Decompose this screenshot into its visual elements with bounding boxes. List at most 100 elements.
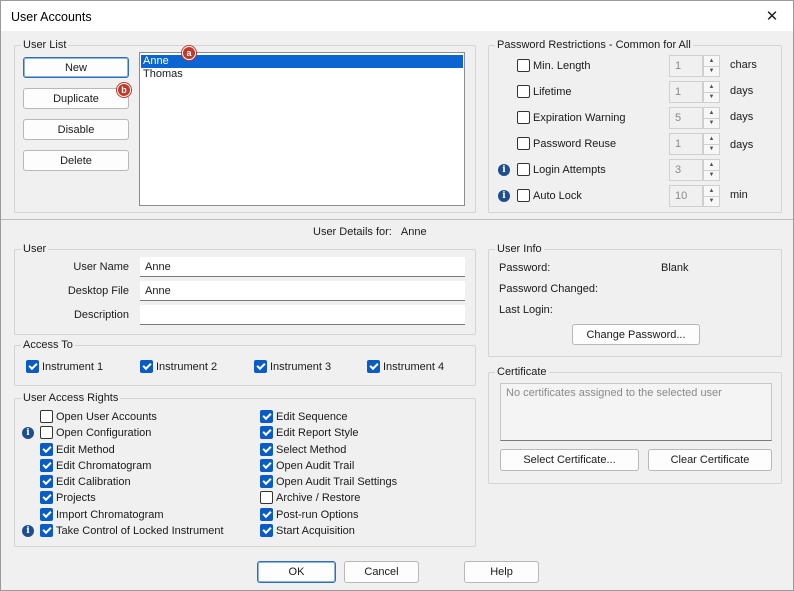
delete-button[interactable]: Delete bbox=[23, 150, 129, 171]
user-name-label: User Name bbox=[73, 261, 129, 273]
help-button[interactable]: Help bbox=[464, 561, 539, 583]
checkbox-box bbox=[140, 360, 153, 373]
spin-up-icon[interactable]: ▲ bbox=[703, 133, 720, 144]
certificate-label: Certificate bbox=[495, 365, 549, 379]
duplicate-button[interactable]: Duplicate bbox=[23, 88, 129, 109]
checkbox-box bbox=[40, 459, 53, 472]
checkbox-box bbox=[260, 426, 273, 439]
min-length-value[interactable]: 1 bbox=[669, 55, 703, 77]
checkbox-box bbox=[40, 491, 53, 504]
auto-lock-value[interactable]: 10 bbox=[669, 185, 703, 207]
user-name-input[interactable]: Anne bbox=[140, 257, 465, 277]
open-user-accounts-checkbox[interactable]: Open User Accounts bbox=[40, 409, 157, 424]
access-to-label: Access To bbox=[21, 338, 75, 352]
right-label: Projects bbox=[56, 491, 96, 504]
expiration-warning-checkbox[interactable]: Expiration Warning bbox=[517, 110, 626, 125]
projects-checkbox[interactable]: Projects bbox=[40, 490, 96, 505]
spin-up-icon[interactable]: ▲ bbox=[703, 107, 720, 118]
select-method-checkbox[interactable]: Select Method bbox=[260, 442, 346, 457]
open-audit-trail-checkbox[interactable]: Open Audit Trail bbox=[260, 458, 354, 473]
spin-down-icon[interactable]: ▼ bbox=[703, 143, 720, 155]
instrument-3-label: Instrument 3 bbox=[270, 360, 332, 373]
disable-button[interactable]: Disable bbox=[23, 119, 129, 140]
spin-down-icon[interactable]: ▼ bbox=[703, 91, 720, 103]
login-attempts-label: Login Attempts bbox=[533, 163, 606, 176]
edit-method-checkbox[interactable]: Edit Method bbox=[40, 442, 115, 457]
user-accounts-dialog: User Accounts ✕ User List New Duplicate … bbox=[0, 0, 794, 591]
instrument-2-label: Instrument 2 bbox=[156, 360, 218, 373]
instrument-4-checkbox[interactable]: Instrument 4 bbox=[367, 359, 444, 374]
lifetime-checkbox[interactable]: Lifetime bbox=[517, 84, 572, 99]
instrument-1-label: Instrument 1 bbox=[42, 360, 104, 373]
instrument-1-checkbox[interactable]: Instrument 1 bbox=[26, 359, 103, 374]
start-acquisition-checkbox[interactable]: Start Acquisition bbox=[260, 523, 355, 538]
right-label: Select Method bbox=[276, 443, 347, 456]
ok-button[interactable]: OK bbox=[257, 561, 336, 583]
edit-calibration-checkbox[interactable]: Edit Calibration bbox=[40, 474, 131, 489]
right-label: Edit Sequence bbox=[276, 410, 348, 423]
desktop-file-input[interactable]: Anne bbox=[140, 281, 465, 301]
password-reuse-spinner[interactable]: 1 ▲ ▼ bbox=[669, 133, 720, 155]
desktop-file-label: Desktop File bbox=[67, 285, 129, 297]
change-password-button[interactable]: Change Password... bbox=[572, 324, 700, 345]
checkbox-box bbox=[260, 491, 273, 504]
post-run-options-checkbox[interactable]: Post-run Options bbox=[260, 507, 359, 522]
password-reuse-value[interactable]: 1 bbox=[669, 133, 703, 155]
spin-up-icon[interactable]: ▲ bbox=[703, 185, 720, 196]
login-attempts-spinner[interactable]: 3 ▲ ▼ bbox=[669, 159, 720, 181]
min-length-checkbox[interactable]: Min. Length bbox=[517, 58, 590, 73]
spin-down-icon[interactable]: ▼ bbox=[703, 169, 720, 181]
user-group-label: User bbox=[21, 242, 49, 256]
right-label: Post-run Options bbox=[276, 508, 359, 521]
right-label: Open Configuration bbox=[56, 426, 152, 439]
spin-down-icon[interactable]: ▼ bbox=[703, 117, 720, 129]
instrument-4-label: Instrument 4 bbox=[383, 360, 445, 373]
min-length-spinner[interactable]: 1 ▲ ▼ bbox=[669, 55, 720, 77]
import-chromatogram-checkbox[interactable]: Import Chromatogram bbox=[40, 507, 164, 522]
lifetime-spinner[interactable]: 1 ▲ ▼ bbox=[669, 81, 720, 103]
instrument-3-checkbox[interactable]: Instrument 3 bbox=[254, 359, 331, 374]
edit-report-style-checkbox[interactable]: Edit Report Style bbox=[260, 425, 359, 440]
take-control-checkbox[interactable]: Take Control of Locked Instrument bbox=[40, 523, 224, 538]
checkbox-box bbox=[40, 475, 53, 488]
callout-badge-b: b bbox=[117, 83, 131, 97]
edit-chromatogram-checkbox[interactable]: Edit Chromatogram bbox=[40, 458, 151, 473]
open-audit-trail-settings-checkbox[interactable]: Open Audit Trail Settings bbox=[260, 474, 397, 489]
password-changed-label: Password Changed: bbox=[499, 283, 599, 295]
checkbox-box bbox=[517, 59, 530, 72]
new-button[interactable]: New bbox=[23, 57, 129, 78]
expiration-warning-value[interactable]: 5 bbox=[669, 107, 703, 129]
password-reuse-checkbox[interactable]: Password Reuse bbox=[517, 136, 616, 151]
login-attempts-checkbox[interactable]: Login Attempts bbox=[517, 162, 606, 177]
right-label: Archive / Restore bbox=[276, 491, 361, 504]
expiration-warning-spinner[interactable]: 5 ▲ ▼ bbox=[669, 107, 720, 129]
user-listbox[interactable]: Anne Thomas bbox=[139, 52, 465, 206]
login-attempts-value[interactable]: 3 bbox=[669, 159, 703, 181]
edit-sequence-checkbox[interactable]: Edit Sequence bbox=[260, 409, 348, 424]
user-list-item-thomas[interactable]: Thomas bbox=[141, 68, 463, 81]
instrument-2-checkbox[interactable]: Instrument 2 bbox=[140, 359, 217, 374]
certificate-list[interactable]: No certificates assigned to the selected… bbox=[500, 383, 772, 441]
cancel-button[interactable]: Cancel bbox=[344, 561, 419, 583]
checkbox-box bbox=[260, 524, 273, 537]
close-icon: ✕ bbox=[765, 8, 779, 25]
description-input[interactable] bbox=[140, 305, 465, 325]
right-label: Open Audit Trail bbox=[276, 459, 355, 472]
spin-down-icon[interactable]: ▼ bbox=[703, 65, 720, 77]
auto-lock-checkbox[interactable]: Auto Lock bbox=[517, 188, 582, 203]
right-label: Open User Accounts bbox=[56, 410, 157, 423]
password-label: Password: bbox=[499, 262, 551, 274]
clear-certificate-button[interactable]: Clear Certificate bbox=[648, 449, 772, 471]
archive-restore-checkbox[interactable]: Archive / Restore bbox=[260, 490, 360, 505]
open-configuration-checkbox[interactable]: Open Configuration bbox=[40, 425, 151, 440]
auto-lock-spinner[interactable]: 10 ▲ ▼ bbox=[669, 185, 720, 207]
select-certificate-button[interactable]: Select Certificate... bbox=[500, 449, 639, 471]
expiration-warning-label: Expiration Warning bbox=[533, 111, 626, 124]
close-button[interactable]: ✕ bbox=[751, 1, 793, 31]
spin-up-icon[interactable]: ▲ bbox=[703, 81, 720, 92]
spin-up-icon[interactable]: ▲ bbox=[703, 55, 720, 66]
lifetime-label: Lifetime bbox=[533, 85, 572, 98]
spin-up-icon[interactable]: ▲ bbox=[703, 159, 720, 170]
spin-down-icon[interactable]: ▼ bbox=[703, 195, 720, 207]
lifetime-value[interactable]: 1 bbox=[669, 81, 703, 103]
